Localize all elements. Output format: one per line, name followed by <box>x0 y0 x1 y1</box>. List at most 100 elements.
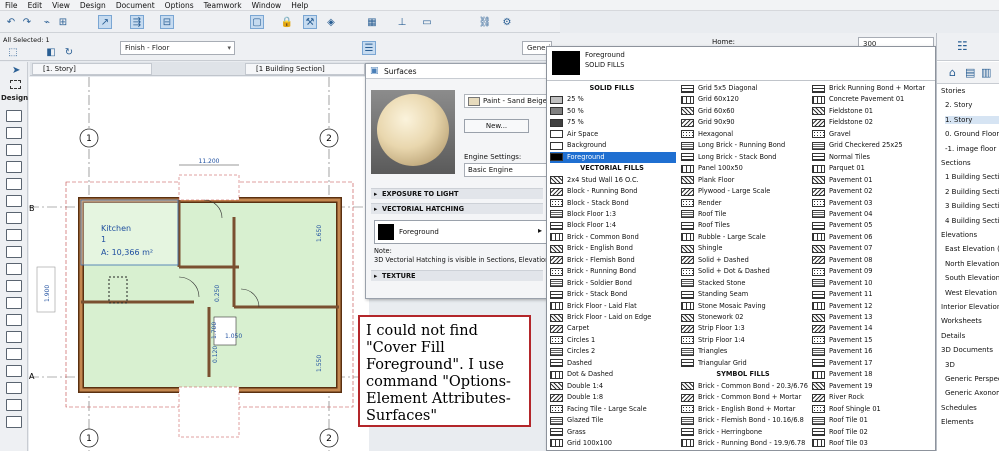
fill-item[interactable]: Pavement 09 <box>812 266 934 277</box>
navigator-item[interactable]: South Elevation <box>945 274 999 282</box>
floor-plan-canvas[interactable]: 1 2 1 2 11.200 1.650 1.550 1.900 0.250 1… <box>29 77 369 451</box>
section-texture[interactable]: TEXTURE <box>371 270 543 281</box>
fill-item[interactable]: Brick - Stack Bond <box>550 289 676 300</box>
fill-item[interactable]: Pavement 02 <box>812 186 934 197</box>
rotate-icon[interactable]: ↻ <box>62 45 76 59</box>
surfaces-title-bar[interactable]: ▣ Surfaces <box>366 64 546 79</box>
fill-item[interactable]: Grid 100x100 <box>550 438 676 449</box>
navigator-item[interactable]: Sections <box>941 159 971 167</box>
railing-tool-icon[interactable] <box>6 331 22 343</box>
fill-item[interactable]: Pavement 13 <box>812 312 934 323</box>
fill-item[interactable]: Solid + Dot & Dashed <box>681 266 807 277</box>
fill-item[interactable]: Double 1:8 <box>550 392 676 403</box>
fill-item[interactable]: Long Brick - Running Bond <box>681 140 807 151</box>
engine-select[interactable]: Basic Engine <box>464 163 548 177</box>
layout-book-icon[interactable]: ▥ <box>981 66 991 79</box>
snap-points-icon[interactable]: ⇶ <box>130 15 144 29</box>
fill-item[interactable]: Air Space <box>550 129 676 140</box>
arrow-tool-icon[interactable]: ⬚ <box>6 45 20 59</box>
hatch-picker[interactable]: Foreground ▸ <box>374 220 547 244</box>
navigator-item[interactable]: East Elevation (A <box>945 245 999 253</box>
trace-icon[interactable]: ⚒ <box>303 15 317 29</box>
lamp-tool-icon[interactable] <box>6 399 22 411</box>
teamwork-icon[interactable]: ⛓ <box>478 15 492 29</box>
navigator-item[interactable]: North Elevation <box>945 260 999 268</box>
fill-item[interactable]: 75 % <box>550 117 676 128</box>
morph-tool-icon[interactable] <box>6 365 22 377</box>
navigator-item[interactable]: 1 Building Section <box>945 173 999 181</box>
section-exposure-to-light[interactable]: EXPOSURE TO LIGHT <box>371 188 543 199</box>
fill-item[interactable]: Carpet <box>550 323 676 334</box>
fill-item[interactable]: Pavement 07 <box>812 243 934 254</box>
menu-edit[interactable]: Edit <box>23 0 48 11</box>
menu-options[interactable]: Options <box>160 0 199 11</box>
navigator-item[interactable]: Generic Perspect <box>945 375 999 383</box>
navigator-item[interactable]: West Elevation (A <box>945 289 999 297</box>
fill-item[interactable]: Pavement 18 <box>812 369 934 380</box>
roof-tool-icon[interactable] <box>6 246 22 258</box>
fill-item[interactable]: Block Floor 1:4 <box>550 220 676 231</box>
fill-item[interactable]: Background <box>550 140 676 151</box>
fill-item[interactable]: Grid 5x5 Diagonal <box>681 83 807 94</box>
fill-item-selected[interactable]: Foreground <box>550 151 676 163</box>
navigator-item[interactable]: Schedules <box>941 404 977 412</box>
fill-item[interactable]: Brick - Flemish Bond <box>550 255 676 266</box>
fill-item[interactable]: Grid 60x120 <box>681 94 807 105</box>
fill-item[interactable]: Facing Tile - Large Scale <box>550 404 676 415</box>
fill-item[interactable]: Roof Tile 02 <box>812 427 934 438</box>
navigator-item[interactable]: 4 Building Section <box>945 217 999 225</box>
navigator-item[interactable]: 1. Story <box>945 115 999 124</box>
fill-item[interactable]: 2x4 Stud Wall 16 O.C. <box>550 175 676 186</box>
fill-item[interactable]: Pavement 10 <box>812 278 934 289</box>
fill-item[interactable]: Strip Floor 1:4 <box>681 335 807 346</box>
stair-tool-icon[interactable] <box>6 314 22 326</box>
fill-item[interactable]: Stonework 02 <box>681 312 807 323</box>
fill-item[interactable]: Brick - Common Bond - 20.3/6.76 <box>681 381 808 392</box>
fill-item[interactable]: Dot & Dashed <box>550 369 676 380</box>
menu-help[interactable]: Help <box>286 0 313 11</box>
fill-item[interactable]: Plank Floor <box>681 175 807 186</box>
menu-file[interactable]: File <box>0 0 23 11</box>
navigator-item[interactable]: -1. image floor <box>945 145 996 153</box>
wall-tool-icon[interactable] <box>6 110 22 122</box>
fill-item[interactable]: 50 % <box>550 106 676 117</box>
fill-item[interactable]: Block Floor 1:3 <box>550 209 676 220</box>
floor-plan-icon[interactable]: ▦ <box>365 15 379 29</box>
fill-item[interactable]: Dashed <box>550 358 676 369</box>
navigator-item[interactable]: Details <box>941 332 965 340</box>
fill-item[interactable]: Brick - Common Bond + Mortar <box>681 392 807 403</box>
view-map-tab-icon[interactable]: ▤ <box>965 66 975 79</box>
fill-item[interactable]: Roof Tile 03 <box>812 438 934 449</box>
curtain-wall-tool-icon[interactable] <box>6 297 22 309</box>
fill-item[interactable]: Brick - Running Bond <box>550 266 676 277</box>
fill-item[interactable]: Pavement 05 <box>812 220 934 231</box>
menu-view[interactable]: View <box>47 0 75 11</box>
floor-plan-toggle-icon[interactable]: ◧ <box>44 45 58 59</box>
fill-item[interactable]: Grass <box>550 427 676 438</box>
fill-item[interactable]: Brick - Soldier Bond <box>550 278 676 289</box>
suspend-groups-icon[interactable]: ⊟ <box>160 15 174 29</box>
navigator-item[interactable]: Worksheets <box>941 317 982 325</box>
fill-item[interactable]: Fieldstone 01 <box>812 106 934 117</box>
fill-item[interactable]: Brick - Running Bond - 19.9/6.78 <box>681 438 807 449</box>
fill-item[interactable]: Pavement 19 <box>812 381 934 392</box>
fill-item[interactable]: Rubble - Large Scale <box>681 232 807 243</box>
fill-item[interactable]: Brick - Common Bond <box>550 232 676 243</box>
tab-story[interactable]: [1. Story] <box>32 63 152 75</box>
fill-item[interactable]: Circles 2 <box>550 346 676 357</box>
zone-tool-icon[interactable] <box>6 212 22 224</box>
menu-design[interactable]: Design <box>75 0 111 11</box>
new-button[interactable]: New... <box>464 119 529 133</box>
fill-item[interactable]: Normal Tiles <box>812 152 934 163</box>
fill-item[interactable]: Pavement 16 <box>812 346 934 357</box>
tab-building-section[interactable]: [1 Building Section] <box>245 63 365 75</box>
door-tool-icon[interactable] <box>6 178 22 190</box>
column-tool-icon[interactable] <box>6 127 22 139</box>
slab-tool-icon[interactable] <box>6 229 22 241</box>
fill-item[interactable]: Grid 60x60 <box>681 106 807 117</box>
fill-item[interactable]: Shingle <box>681 243 807 254</box>
project-map-icon[interactable]: ⌂ <box>949 66 956 79</box>
navigator-item[interactable]: Elements <box>941 418 974 426</box>
navigator-item[interactable]: 0. Ground Floor <box>945 130 999 138</box>
fill-item[interactable]: Plywood - Large Scale <box>681 186 807 197</box>
